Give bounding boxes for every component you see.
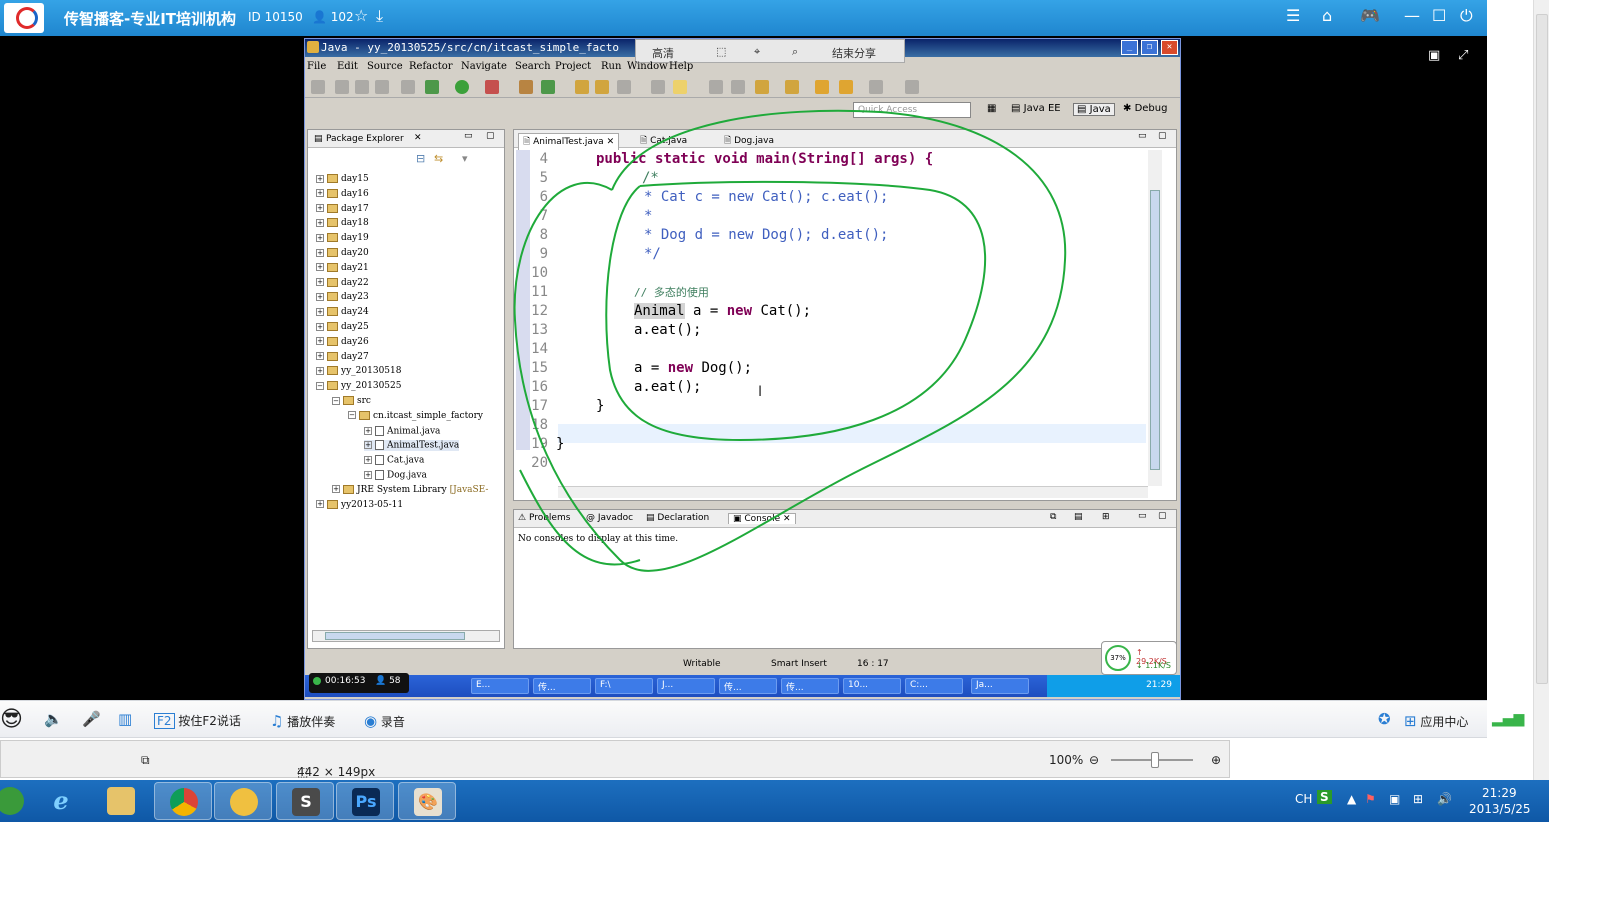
play-accompaniment-label: 播放伴奏 bbox=[287, 715, 336, 729]
photoshop-icon: Ps bbox=[352, 788, 380, 816]
taskbar-sublime[interactable]: S bbox=[276, 782, 334, 820]
system-tray: CH S ▲ ⚑ ▣ ⊞ 🔊 21:29 2013/5/25 bbox=[1295, 780, 1549, 822]
grid-icon: ⊞ bbox=[1404, 712, 1417, 730]
microphone-icon[interactable]: 🎤 bbox=[82, 710, 101, 728]
sogou-input-icon[interactable]: S bbox=[1317, 790, 1332, 804]
network-icon[interactable]: ⊞ bbox=[1413, 792, 1423, 806]
green-outer-loop bbox=[513, 109, 1067, 572]
yy-voice-toolbar: 😎 🔈 🎤 ▥ F2 按住F2说话 ♫ 播放伴奏 ◉ 录音 ✪ ⊞ 应用中心 ▂… bbox=[0, 700, 1524, 738]
taskbar-chrome[interactable] bbox=[154, 782, 212, 820]
input-language[interactable]: CH bbox=[1295, 792, 1312, 806]
action-center-icon[interactable]: ⚑ bbox=[1365, 792, 1376, 806]
sublime-icon: S bbox=[292, 788, 320, 816]
f2-key-icon: F2 bbox=[154, 713, 175, 729]
record-icon: ◉ bbox=[364, 712, 378, 730]
windows-orb-icon bbox=[0, 787, 24, 815]
app-center-label: 应用中心 bbox=[1420, 715, 1469, 729]
taskbar-internet-explorer[interactable]: ℯ bbox=[32, 782, 90, 820]
show-hidden-icons[interactable]: ▲ bbox=[1347, 792, 1356, 806]
play-accompaniment-button[interactable]: ♫ 播放伴奏 bbox=[270, 712, 335, 730]
green-tail-stroke bbox=[519, 469, 641, 566]
chrome-icon bbox=[170, 788, 198, 816]
badge-star-icon[interactable]: ✪ bbox=[1378, 710, 1391, 728]
equalizer-icon[interactable]: ▥ bbox=[118, 710, 132, 728]
image-viewer-status-bar: ⧉ ⬚ 442 × 149px 100% ⊖ ⊕ bbox=[0, 740, 1230, 779]
yy-bear-icon bbox=[230, 788, 258, 816]
push-to-talk-label: 按住F2说话 bbox=[178, 714, 241, 728]
zoom-slider-handle[interactable] bbox=[1151, 752, 1159, 768]
volume-icon[interactable]: 🔊 bbox=[1437, 792, 1452, 806]
record-label: 录音 bbox=[380, 715, 405, 729]
taskbar-photoshop[interactable]: Ps bbox=[336, 782, 394, 820]
internet-explorer-icon: ℯ bbox=[53, 787, 69, 815]
taskbar-yy[interactable] bbox=[214, 782, 272, 820]
folder-icon bbox=[107, 787, 135, 815]
zoom-level: 100% bbox=[1049, 753, 1084, 767]
speaker-icon[interactable]: 🔈 bbox=[44, 710, 63, 728]
paint-palette-icon: 🎨 bbox=[414, 788, 442, 816]
clock-time[interactable]: 21:29 bbox=[1482, 786, 1517, 800]
taskbar-explorer[interactable] bbox=[92, 782, 150, 820]
image-dimensions-value: 442 × 149px bbox=[297, 765, 376, 779]
start-button[interactable] bbox=[0, 782, 28, 820]
zoom-in-icon[interactable]: ⊕ bbox=[1211, 753, 1221, 767]
duowan-mascot-icon[interactable]: 😎 bbox=[0, 707, 23, 732]
music-note-icon: ♫ bbox=[270, 712, 284, 730]
record-button[interactable]: ◉ 录音 bbox=[364, 712, 405, 730]
push-to-talk-button[interactable]: F2 按住F2说话 bbox=[154, 712, 241, 729]
signal-strength-icon: ▂▄▆ bbox=[1492, 711, 1525, 727]
taskbar-paint[interactable]: 🎨 bbox=[398, 782, 456, 820]
device-icon[interactable]: ▣ bbox=[1389, 792, 1400, 806]
clock-date[interactable]: 2013/5/25 bbox=[1469, 802, 1531, 816]
app-center-button[interactable]: ⊞ 应用中心 bbox=[1404, 712, 1468, 730]
zoom-out-icon[interactable]: ⊖ bbox=[1089, 753, 1099, 767]
windows-taskbar: ℯ S Ps 🎨 CH S ▲ ⚑ ▣ ⊞ 🔊 21:29 2013/5/25 bbox=[0, 780, 1549, 822]
fit-size-icon[interactable]: ⧉ bbox=[141, 753, 150, 768]
green-inner-loop bbox=[605, 180, 987, 442]
